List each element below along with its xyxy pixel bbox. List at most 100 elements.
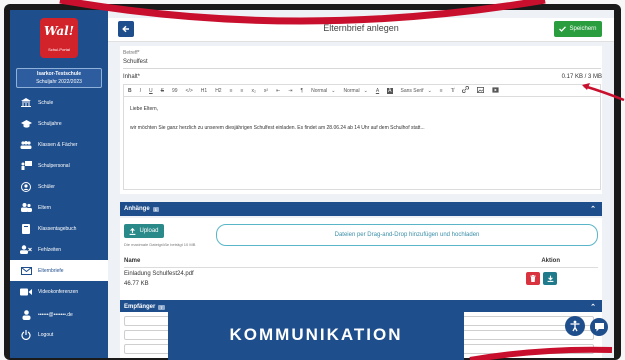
bullet-list-button[interactable]: ≡ bbox=[241, 88, 244, 94]
strike-button[interactable]: S bbox=[161, 88, 164, 94]
h1-button[interactable]: H1 bbox=[201, 88, 207, 94]
envelope-icon bbox=[20, 266, 32, 276]
book-icon bbox=[20, 223, 32, 234]
logout-icon bbox=[20, 330, 32, 340]
app-logo[interactable]: Wal! Schul-Portal bbox=[40, 18, 78, 58]
chevron-down-icon: ⌄ bbox=[331, 87, 336, 94]
background-color-button[interactable]: A bbox=[387, 87, 393, 94]
kommunikation-banner: KOMMUNIKATION bbox=[168, 310, 464, 360]
absence-icon bbox=[20, 245, 32, 255]
subject-input[interactable]: Schulfest bbox=[123, 59, 148, 65]
sidebar: Wal! Schul-Portal Isarkor-Testschule Sch… bbox=[10, 10, 108, 358]
sidebar-item-videokonferenzen[interactable]: Videokonferenzen bbox=[10, 281, 108, 302]
sidebar-item-label: Schuljahre bbox=[38, 120, 62, 127]
sidebar-item-schuljahre[interactable]: Schuljahre bbox=[10, 113, 108, 134]
subscript-button[interactable]: x₂ bbox=[251, 88, 255, 94]
users-icon bbox=[20, 140, 32, 150]
chevron-up-icon: ⌃ bbox=[590, 304, 596, 311]
logo-text: Wal! bbox=[43, 24, 75, 38]
ordered-list-button[interactable]: ≡ bbox=[230, 88, 233, 94]
school-name: Isarkor-Testschule bbox=[36, 71, 82, 77]
school-selector[interactable]: Isarkor-Testschule Schuljahr 2022/2023 bbox=[16, 68, 102, 88]
file-size: 46.77 KB bbox=[124, 281, 149, 287]
accessibility-button[interactable] bbox=[565, 316, 585, 336]
italic-button[interactable]: I bbox=[140, 88, 141, 94]
sidebar-item-klassen[interactable]: Klassen & Fächer bbox=[10, 134, 108, 155]
save-label: Speichern bbox=[569, 26, 597, 32]
image-icon[interactable] bbox=[476, 86, 484, 95]
dropzone[interactable]: Dateien per Drag-and-Drop hinzufügen und… bbox=[216, 224, 598, 246]
align-button[interactable]: ≡ bbox=[440, 88, 443, 94]
save-button[interactable]: Speichern bbox=[554, 21, 602, 37]
sidebar-item-label: Elternbriefe bbox=[38, 267, 64, 274]
editor-toolbar: B I U S 99 </> H1 H2 ≡ ≡ x₂ x² ⇤ ⇥ ¶ Nor… bbox=[123, 84, 601, 96]
logout-label: Logout bbox=[38, 332, 54, 338]
indent-button[interactable]: ⇥ bbox=[288, 88, 292, 94]
user-account[interactable]: ••••••@•••••••.de bbox=[10, 306, 108, 324]
sidebar-item-klassentagebuch[interactable]: Klassentagebuch bbox=[10, 218, 108, 239]
sidebar-item-schueler[interactable]: Schüler bbox=[10, 176, 108, 197]
upload-button[interactable]: Upload bbox=[124, 224, 164, 238]
h2-button[interactable]: H2 bbox=[215, 88, 221, 94]
logo-subtitle: Schul-Portal bbox=[48, 47, 70, 52]
download-file-button[interactable] bbox=[543, 272, 557, 285]
attachments-title: Anhänge bbox=[124, 206, 150, 212]
column-header-name: Name bbox=[124, 258, 141, 264]
outdent-button[interactable]: ⇤ bbox=[276, 88, 280, 94]
graduation-cap-icon bbox=[20, 119, 32, 129]
chat-button[interactable] bbox=[590, 318, 608, 336]
letter-form: Betreff* Schulfest Inhalt* 0.17 KB / 3 M… bbox=[120, 46, 602, 194]
logout-button[interactable]: Logout bbox=[10, 326, 108, 344]
upload-label: Upload bbox=[139, 228, 159, 234]
sidebar-item-fehlzeiten[interactable]: Fehlzeiten bbox=[10, 239, 108, 260]
download-icon bbox=[547, 275, 553, 282]
page-title: Elternbrief anlegen bbox=[323, 23, 399, 33]
content-editor[interactable]: Liebe Eltern, wir möchten Sie ganz herzl… bbox=[123, 96, 601, 190]
sidebar-item-label: Fehlzeiten bbox=[38, 246, 62, 253]
underline-button[interactable]: U bbox=[149, 88, 153, 94]
student-icon bbox=[20, 181, 32, 192]
sidebar-item-label: Schule bbox=[38, 99, 54, 106]
chevron-up-icon: ⌃ bbox=[590, 206, 596, 213]
header-select[interactable]: Normal bbox=[343, 88, 359, 94]
size-select[interactable]: Normal bbox=[311, 88, 327, 94]
school-year: Schuljahr 2022/2023 bbox=[36, 79, 82, 85]
trash-icon bbox=[530, 275, 536, 282]
delete-file-button[interactable] bbox=[526, 272, 540, 285]
subject-label: Betreff* bbox=[123, 50, 140, 56]
bold-button[interactable]: B bbox=[128, 88, 132, 94]
video-embed-icon[interactable] bbox=[492, 86, 499, 95]
chat-icon bbox=[594, 323, 604, 332]
font-select[interactable]: Sans Serif bbox=[401, 88, 424, 94]
monitor-frame: Wal! Schul-Portal Isarkor-Testschule Sch… bbox=[0, 0, 625, 360]
chevron-down-icon: ⌄ bbox=[363, 87, 368, 94]
sidebar-item-eltern[interactable]: Eltern bbox=[10, 197, 108, 218]
clear-format-button[interactable]: T̸ bbox=[451, 88, 454, 94]
attachments-header[interactable]: Anhänge 1 ⌃ bbox=[120, 202, 602, 216]
sidebar-item-schulpersonal[interactable]: Schulpersonal bbox=[10, 155, 108, 176]
recipients-count-badge: 7 bbox=[158, 304, 165, 310]
sidebar-item-schule[interactable]: Schule bbox=[10, 92, 108, 113]
text-direction-button[interactable]: ¶ bbox=[300, 88, 303, 94]
editor-line: Liebe Eltern, bbox=[130, 106, 159, 112]
recipients-title: Empfänger bbox=[124, 304, 156, 310]
superscript-button[interactable]: x² bbox=[264, 88, 268, 94]
attachments-panel: Upload Dateien per Drag-and-Drop hinzufü… bbox=[120, 218, 602, 303]
check-icon bbox=[559, 26, 567, 32]
attachments-count-badge: 1 bbox=[152, 206, 159, 212]
sidebar-item-elternbriefe[interactable]: Elternbriefe bbox=[10, 260, 108, 281]
main-content: Elternbrief anlegen Speichern Betreff* S… bbox=[108, 10, 614, 358]
content-size-info: 0.17 KB / 3 MB bbox=[561, 74, 602, 80]
upload-icon bbox=[130, 227, 136, 235]
subject-underline bbox=[123, 68, 601, 69]
code-button[interactable]: </> bbox=[186, 88, 193, 94]
quote-button[interactable]: 99 bbox=[172, 88, 178, 94]
sidebar-item-label: Klassen & Fächer bbox=[38, 141, 78, 148]
link-icon[interactable] bbox=[461, 85, 469, 95]
text-color-button[interactable]: A bbox=[376, 88, 379, 94]
building-icon bbox=[20, 98, 32, 108]
teacher-icon bbox=[20, 161, 32, 171]
sidebar-item-label: Eltern bbox=[38, 204, 52, 211]
editor-line: wir möchten Sie ganz herzlich zu unserem… bbox=[130, 125, 425, 131]
parents-icon bbox=[20, 203, 32, 213]
